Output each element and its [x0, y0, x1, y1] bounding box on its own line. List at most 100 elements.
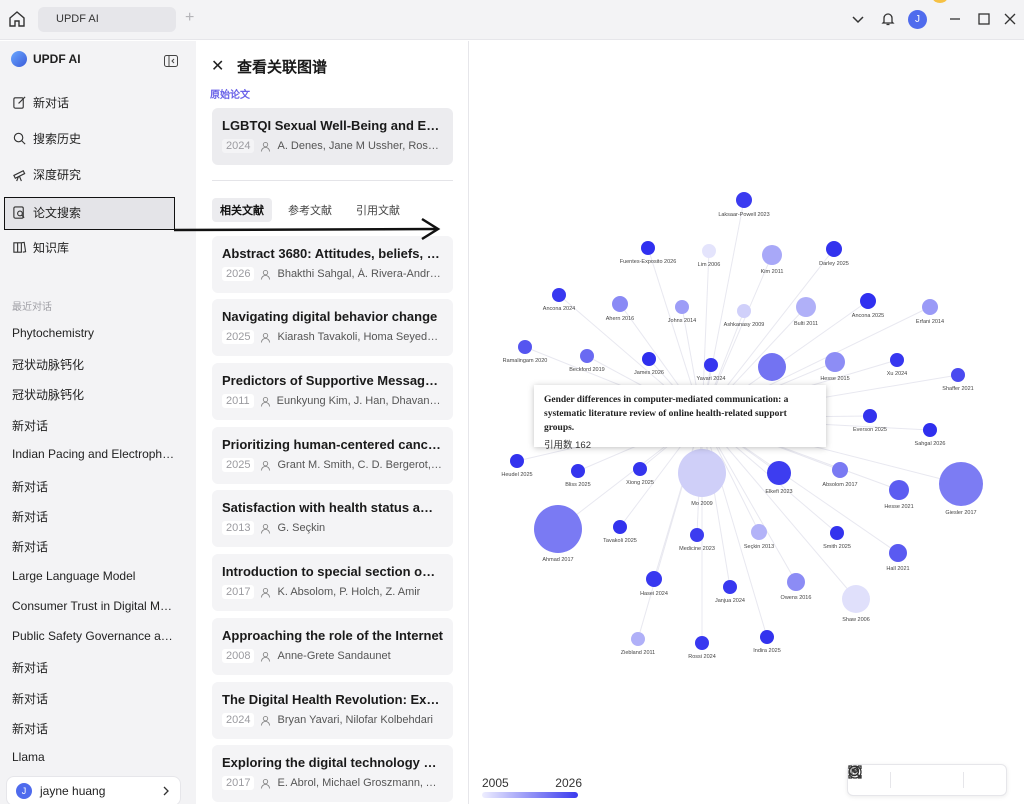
chevron-down-icon[interactable]	[850, 11, 866, 27]
graph-node[interactable]	[675, 300, 689, 314]
graph-node[interactable]	[678, 449, 726, 497]
recent-chat-item[interactable]: 新对话	[12, 659, 177, 676]
home-icon[interactable]	[8, 10, 26, 28]
graph-node[interactable]	[737, 304, 751, 318]
bell-icon[interactable]	[880, 11, 896, 27]
graph-node[interactable]	[762, 245, 782, 265]
list-item[interactable]: Exploring the digital technology prefere…	[212, 745, 453, 802]
recent-chat-item[interactable]: 冠状动脉钙化	[12, 386, 177, 403]
recent-chat-item[interactable]: Consumer Trust in Digital Marketing	[12, 599, 177, 613]
graph-node[interactable]	[830, 526, 844, 540]
list-item[interactable]: Introduction to special section on onlin…	[212, 554, 453, 611]
graph-node[interactable]	[860, 293, 876, 309]
graph-node[interactable]	[613, 520, 627, 534]
recent-chat-item[interactable]: 新对话	[12, 720, 177, 737]
graph-node[interactable]	[580, 349, 594, 363]
graph-node[interactable]	[612, 296, 628, 312]
recent-chat-item[interactable]: 冠状动脉钙化	[12, 356, 177, 373]
graph-node[interactable]	[951, 368, 965, 382]
sidebar-item-label: 搜索历史	[33, 131, 82, 146]
graph-node[interactable]	[534, 505, 582, 553]
brand: UPDF AI	[11, 51, 81, 67]
maximize-icon[interactable]	[976, 11, 992, 27]
sidebar-item-paper-search[interactable]: 论文搜索	[12, 202, 81, 222]
annotation-arrow-icon	[173, 217, 441, 241]
close-window-icon[interactable]	[1002, 11, 1018, 27]
list-item[interactable]: Predictors of Supportive Message Express…	[212, 363, 453, 420]
graph-node[interactable]	[825, 352, 845, 372]
list-item[interactable]: Satisfaction with health status among 20…	[212, 490, 453, 547]
paper-search-icon	[13, 205, 25, 219]
minimize-icon[interactable]	[947, 11, 963, 27]
graph-node-label: Yavari 2024	[697, 376, 726, 382]
recent-chat-item[interactable]: 新对话	[12, 417, 177, 434]
graph-node-label: Hasei 2024	[640, 591, 668, 597]
new-tab-button[interactable]: +	[185, 9, 194, 27]
recent-chat-item[interactable]: 新对话	[12, 538, 177, 555]
graph-node[interactable]	[646, 571, 662, 587]
sidebar-item-deep-research[interactable]: 深度研究	[12, 164, 81, 184]
recent-chat-item[interactable]: 新对话	[12, 690, 177, 707]
graph-node-label: Ashkanasy 2009	[724, 322, 765, 328]
recent-chat-item[interactable]: Large Language Model	[12, 569, 177, 583]
recent-chat-item[interactable]: 新对话	[12, 478, 177, 495]
graph-node[interactable]	[510, 454, 524, 468]
graph-node[interactable]	[889, 480, 909, 500]
graph-node-label: Ancona 2024	[543, 306, 575, 312]
original-paper-card[interactable]: LGBTQI Sexual Well-Being and Empowerment…	[212, 108, 453, 165]
graph-node[interactable]	[642, 352, 656, 366]
recent-chat-item[interactable]: Public Safety Governance and ...	[12, 629, 177, 643]
sidebar-item-new-chat[interactable]: 新对话	[12, 92, 69, 112]
list-item[interactable]: The Digital Health Revolution: Exploring…	[212, 682, 453, 739]
list-item[interactable]: Prioritizing human-centered cancer care …	[212, 427, 453, 484]
graph-node[interactable]	[631, 632, 645, 646]
graph-node[interactable]	[767, 461, 791, 485]
close-panel-button[interactable]: ✕	[211, 56, 224, 76]
graph-node[interactable]	[641, 241, 655, 255]
graph-node[interactable]	[633, 462, 647, 476]
graph-node[interactable]	[796, 297, 816, 317]
citation-graph[interactable]: Laksaar-Powell 2023 Fuentes-Exposito 2026…	[470, 41, 1024, 804]
list-item[interactable]: Abstract 3680: Attitudes, beliefs, and p…	[212, 236, 453, 293]
graph-node-label: Janjua 2024	[715, 598, 745, 604]
recent-chat-item[interactable]: Llama	[12, 750, 177, 764]
recent-chat-item[interactable]: Indian Pacing and Electrophysiology Jo..…	[12, 447, 177, 461]
graph-node[interactable]	[704, 358, 718, 372]
graph-node[interactable]	[863, 409, 877, 423]
graph-node[interactable]	[842, 585, 870, 613]
graph-node[interactable]	[939, 462, 983, 506]
graph-node[interactable]	[751, 524, 767, 540]
graph-node[interactable]	[690, 528, 704, 542]
graph-node[interactable]	[571, 464, 585, 478]
list-item[interactable]: Navigating digital behavior change 2025 K…	[212, 299, 453, 356]
graph-node[interactable]	[736, 192, 752, 208]
graph-node[interactable]	[922, 299, 938, 315]
graph-node[interactable]	[760, 630, 774, 644]
graph-node[interactable]	[826, 241, 842, 257]
list-item[interactable]: Approaching the role of the Internet 200…	[212, 618, 453, 675]
sidebar-item-knowledge-base[interactable]: 知识库	[12, 237, 69, 257]
graph-node[interactable]	[702, 244, 716, 258]
person-icon	[261, 587, 271, 598]
avatar[interactable]: J	[908, 10, 927, 29]
sidebar-collapse-icon[interactable]	[164, 55, 178, 67]
graph-node[interactable]	[890, 353, 904, 367]
document-tab[interactable]: UPDF AI	[38, 7, 176, 32]
graph-node-label: Hall 2021	[886, 566, 909, 572]
graph-node[interactable]	[787, 573, 805, 591]
recent-chat-item[interactable]: Phytochemistry	[12, 326, 177, 340]
graph-node[interactable]	[552, 288, 566, 302]
help-icon[interactable]	[848, 765, 862, 779]
graph-node[interactable]	[889, 544, 907, 562]
graph-node[interactable]	[723, 580, 737, 594]
sidebar-item-search-history[interactable]: 搜索历史	[12, 128, 81, 148]
user-profile-button[interactable]: J jayne huang	[6, 776, 181, 804]
legend-min-year: 2005	[482, 776, 509, 790]
graph-node[interactable]	[695, 636, 709, 650]
graph-node-selected[interactable]	[758, 353, 786, 381]
graph-node[interactable]	[518, 340, 532, 354]
graph-node[interactable]	[923, 423, 937, 437]
recent-chat-item[interactable]: 新对话	[12, 508, 177, 525]
graph-node[interactable]	[832, 462, 848, 478]
sidebar: UPDF AI 新对话 搜索历史 深度研究 论文搜索 知识库 最近对话 Phyt…	[0, 41, 196, 804]
